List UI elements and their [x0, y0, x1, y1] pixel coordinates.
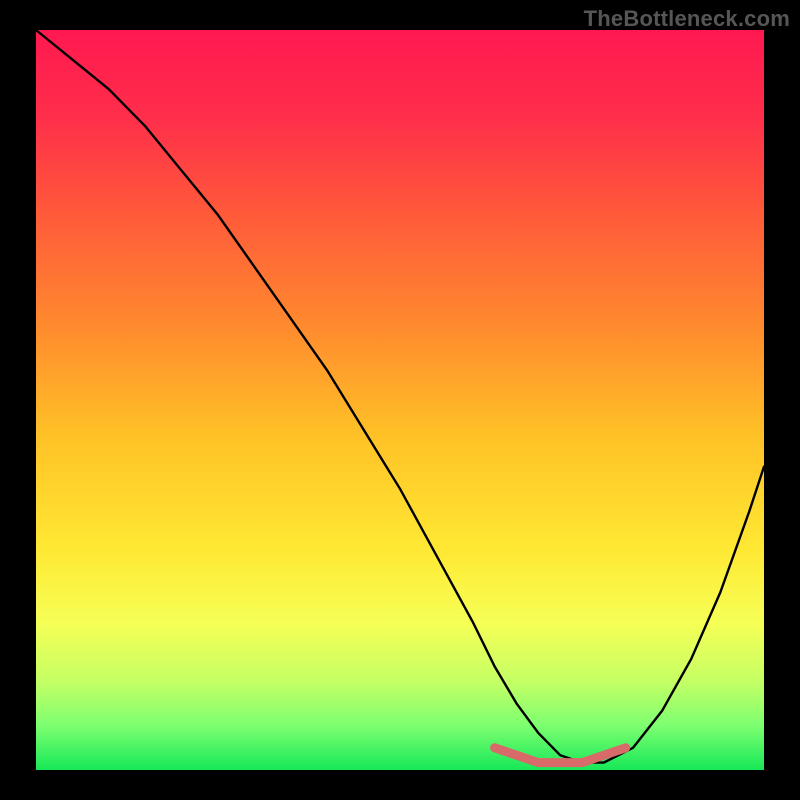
watermark-text: TheBottleneck.com [584, 6, 790, 32]
chart-stage: TheBottleneck.com [0, 0, 800, 800]
bottleneck-chart [0, 0, 800, 800]
gradient-background [36, 30, 764, 770]
